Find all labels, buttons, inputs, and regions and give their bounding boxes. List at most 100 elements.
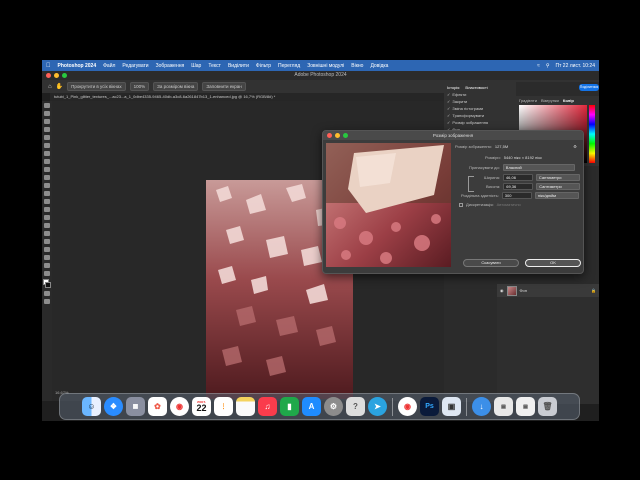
menu-edit[interactable]: Редагувати xyxy=(122,63,148,69)
frame-tool-icon[interactable] xyxy=(44,143,50,148)
menu-plugins[interactable]: Зовнішні модулі xyxy=(307,63,344,69)
healing-brush-tool-icon[interactable] xyxy=(44,159,50,164)
notes-icon[interactable] xyxy=(236,397,255,416)
hand-tool-icon[interactable] xyxy=(44,255,50,260)
menu-layer[interactable]: Шар xyxy=(191,63,201,69)
width-input[interactable]: 46,06 xyxy=(502,174,533,181)
gear-icon[interactable]: ⚙ xyxy=(573,144,577,149)
help-icon[interactable]: ? xyxy=(346,397,365,416)
constrain-proportions-link[interactable] xyxy=(468,176,474,192)
downloads-stack-icon[interactable]: ▤ xyxy=(494,397,513,416)
app-store-icon[interactable]: A xyxy=(302,397,321,416)
dialog-close-button[interactable] xyxy=(327,133,332,138)
quick-select-tool-icon[interactable] xyxy=(44,127,50,132)
resolution-unit-select[interactable]: пікс/дюйм xyxy=(534,192,579,199)
apple-icon[interactable]:  xyxy=(46,63,51,69)
system-settings-icon[interactable]: ⚙ xyxy=(324,397,343,416)
eraser-tool-icon[interactable] xyxy=(44,191,50,196)
crop-tool-icon[interactable] xyxy=(44,135,50,140)
fit-screen-button[interactable]: За розміром вікна xyxy=(153,82,199,91)
tab-properties[interactable]: Властивості xyxy=(465,85,487,90)
document-stack-icon[interactable]: ▤ xyxy=(516,397,535,416)
preview-icon[interactable]: ▣ xyxy=(442,397,461,416)
menu-file[interactable]: Файл xyxy=(103,63,115,69)
screen-mode-icon[interactable] xyxy=(44,299,50,304)
menu-image[interactable]: Зображення xyxy=(156,63,185,69)
downloads-icon[interactable]: ↓ xyxy=(472,397,491,416)
tab-history[interactable]: Історія xyxy=(447,85,459,90)
menu-filter[interactable]: Фільтр xyxy=(256,63,271,69)
finder-icon[interactable]: ☺ xyxy=(82,397,101,416)
dialog-preview-image[interactable] xyxy=(326,143,451,267)
menu-clock[interactable]: Пт 22 лист. 10:24 xyxy=(556,63,595,69)
chrome-icon[interactable]: ◉ xyxy=(398,397,417,416)
fill-screen-button[interactable]: Заповнити екран xyxy=(202,82,246,91)
shape-tool-icon[interactable] xyxy=(44,247,50,252)
dialog-zoom-button[interactable] xyxy=(343,133,348,138)
minimize-window-button[interactable] xyxy=(54,73,59,78)
close-window-button[interactable] xyxy=(46,73,51,78)
more-tools-icon[interactable] xyxy=(44,271,50,276)
wifi-icon[interactable]: ≈ xyxy=(537,63,540,69)
dialog-minimize-button[interactable] xyxy=(335,133,340,138)
resample-checkbox[interactable] xyxy=(459,202,463,207)
menu-type[interactable]: Текст xyxy=(208,63,221,69)
fit-to-select[interactable]: Власний xyxy=(502,164,575,171)
reminders-icon[interactable]: ⋮ xyxy=(214,397,233,416)
zoom-100-button[interactable]: 100% xyxy=(129,82,150,91)
scroll-all-windows-button[interactable]: Прокрутити в усіх вікнах xyxy=(67,82,126,91)
music-icon[interactable]: ♫ xyxy=(258,397,277,416)
menu-select[interactable]: Виділити xyxy=(228,63,249,69)
tab-patterns[interactable]: Візерунки xyxy=(541,98,559,103)
numbers-icon[interactable]: ▮ xyxy=(280,397,299,416)
photoshop-icon[interactable]: Ps xyxy=(420,397,439,416)
trash-icon[interactable]: 🗑 xyxy=(538,397,557,416)
path-select-tool-icon[interactable] xyxy=(44,239,50,244)
eyedropper-tool-icon[interactable] xyxy=(44,151,50,156)
history-item[interactable]: ✓ Трансформувати xyxy=(447,112,513,119)
zoom-tool-icon[interactable] xyxy=(44,263,50,268)
share-button[interactable]: Поділитися xyxy=(579,84,599,91)
gradient-tool-icon[interactable] xyxy=(44,199,50,204)
tab-color[interactable]: Колір xyxy=(563,98,574,103)
telegram-icon[interactable]: ➤ xyxy=(368,397,387,416)
height-unit-select[interactable]: Сантиметри xyxy=(536,183,581,190)
type-tool-icon[interactable] xyxy=(44,231,50,236)
history-item[interactable]: ✓ Розмір зображення xyxy=(447,119,513,126)
ok-button[interactable]: OK xyxy=(525,259,581,267)
lasso-tool-icon[interactable] xyxy=(44,119,50,124)
menu-help[interactable]: Довідка xyxy=(370,63,388,69)
resample-select[interactable]: Автоматично xyxy=(497,202,521,207)
menu-view[interactable]: Перегляд xyxy=(278,63,300,69)
color-swatches[interactable] xyxy=(43,279,51,288)
clone-stamp-tool-icon[interactable] xyxy=(44,175,50,180)
move-tool-icon[interactable] xyxy=(44,103,50,108)
chrome-icon[interactable]: ◉ xyxy=(170,397,189,416)
tab-gradients[interactable]: Градієнти xyxy=(519,98,537,103)
quick-mask-icon[interactable] xyxy=(44,291,50,296)
hand-tool-icon[interactable]: ✋ xyxy=(56,83,63,90)
history-item[interactable]: ✓ Ефекти xyxy=(447,91,513,98)
history-brush-tool-icon[interactable] xyxy=(44,183,50,188)
pen-tool-icon[interactable] xyxy=(44,223,50,228)
marquee-tool-icon[interactable] xyxy=(44,111,50,116)
search-icon[interactable]: ⚲ xyxy=(546,63,550,69)
width-unit-select[interactable]: Сантиметри xyxy=(535,174,580,181)
resolution-input[interactable]: 300 xyxy=(501,192,532,199)
safari-icon[interactable]: ❖ xyxy=(104,397,123,416)
history-item[interactable]: ✓ Зміна гістограми xyxy=(447,105,513,112)
layer-row[interactable]: ◉ Фон 🔒 xyxy=(497,284,599,297)
launchpad-icon[interactable]: ▦ xyxy=(126,397,145,416)
home-icon[interactable]: ⌂ xyxy=(48,84,52,90)
hue-slider[interactable] xyxy=(589,105,595,163)
document-tab[interactable]: tutubi_1_Pink_glitter_textures_...ac23..… xyxy=(50,93,490,101)
eye-icon[interactable]: ◉ xyxy=(500,288,504,293)
dodge-tool-icon[interactable] xyxy=(44,215,50,220)
blur-tool-icon[interactable] xyxy=(44,207,50,212)
history-item[interactable]: ✓ Закрити xyxy=(447,98,513,105)
calendar-icon[interactable]: лист. 22 xyxy=(192,397,211,416)
photos-icon[interactable]: ✿ xyxy=(148,397,167,416)
zoom-window-button[interactable] xyxy=(62,73,67,78)
menu-app-name[interactable]: Photoshop 2024 xyxy=(58,63,97,69)
cancel-button[interactable]: Скасувати xyxy=(463,259,519,267)
